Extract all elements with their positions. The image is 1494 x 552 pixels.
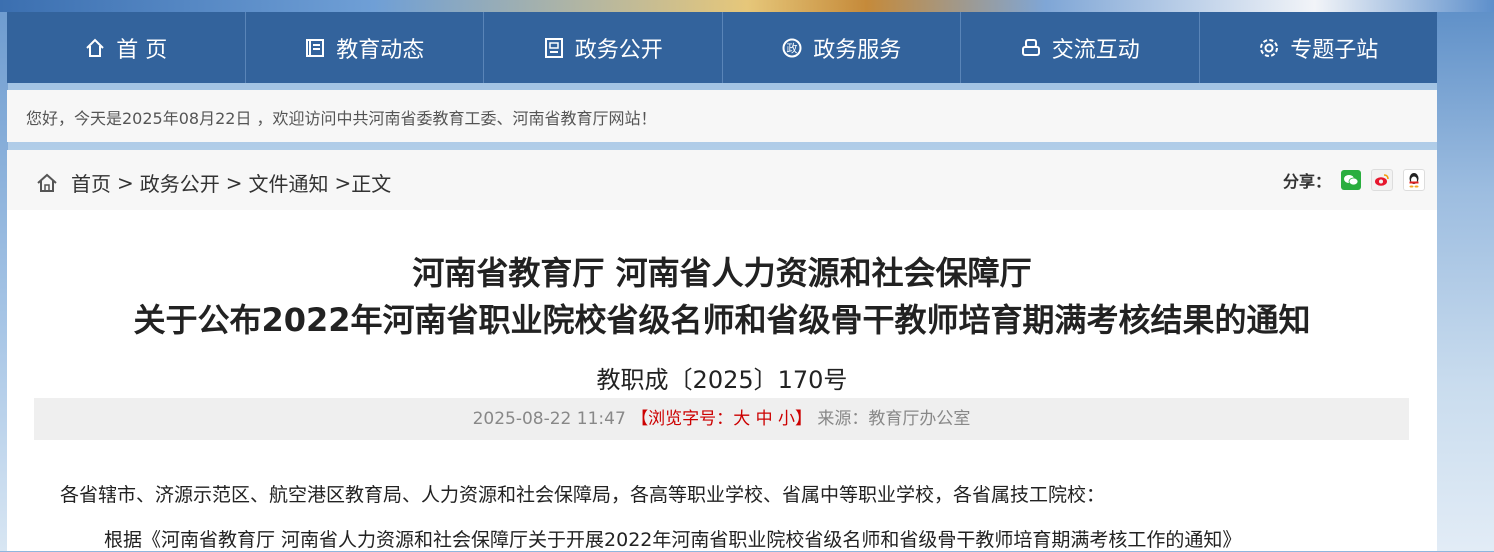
font-size-label: 【浏览字号： <box>631 409 734 429</box>
nav-item-home[interactable]: 首 页 <box>7 12 246 83</box>
settings-icon <box>1258 37 1280 59</box>
article-source: 来源：教育厅办公室 <box>817 409 971 429</box>
article-title-line1: 河南省教育厅 河南省人力资源和社会保障厅 <box>412 254 1032 292</box>
breadcrumb-separator: > <box>225 170 243 195</box>
breadcrumb-separator: > <box>117 170 134 195</box>
nav-item-label: 教育动态 <box>336 37 425 63</box>
nav-item-news[interactable]: 教育动态 <box>246 12 484 83</box>
nav-item-label: 政务公开 <box>574 37 663 63</box>
article-meta: 2025-08-22 11:47 【浏览字号：大 中 小】 来源：教育厅办公室 <box>34 398 1409 440</box>
nav-item-label: 首 页 <box>116 37 168 63</box>
interaction-icon <box>1020 37 1042 59</box>
nav-item-special-sites[interactable]: 专题子站 <box>1200 12 1438 83</box>
breadcrumb-current: 正文 <box>351 172 392 196</box>
breadcrumb-bar: 首页 > 政务公开 > 文件通知 > 正文 分享： <box>7 150 1437 210</box>
breadcrumb-gov-affairs-link[interactable]: 政务公开 <box>140 168 220 197</box>
font-size-medium-button[interactable]: 中 <box>756 409 773 429</box>
service-icon: 政 <box>781 37 803 59</box>
nav-item-gov-affairs[interactable]: 政务公开 <box>484 12 723 83</box>
article-container: 首页 > 政务公开 > 文件通知 > 正文 分享： 河南省教育厅 河南省人力资源… <box>7 150 1437 551</box>
qq-icon[interactable] <box>1403 169 1425 191</box>
article-salutation: 各省辖市、济源示范区、航空港区教育局、人力资源和社会保障局，各高等职业学校、省属… <box>60 484 1106 506</box>
nav-item-label: 政务服务 <box>813 37 902 63</box>
header-banner <box>0 0 1494 12</box>
svg-text:政: 政 <box>787 41 798 55</box>
breadcrumb-separator: > <box>334 170 352 195</box>
share-bar: 分享： <box>1283 168 1425 192</box>
font-size-close: 】 <box>795 409 812 429</box>
nav-item-interaction[interactable]: 交流互动 <box>961 12 1200 83</box>
breadcrumb-notices-link[interactable]: 文件通知 <box>249 168 329 197</box>
nav-item-label: 专题子站 <box>1290 37 1379 63</box>
main-nav: 首 页 教育动态 政务公开 政 政务服务 交流互动 专题子站 <box>7 12 1437 83</box>
share-label: 分享： <box>1282 172 1331 191</box>
home-icon <box>35 171 59 195</box>
document-number: 教职成〔2025〕170号 <box>596 366 848 394</box>
nav-item-gov-service[interactable]: 政 政务服务 <box>723 12 961 83</box>
document-icon <box>543 37 565 59</box>
welcome-text: 您好，今天是2025年08月22日 ，欢迎访问中共河南省委教育工委、河南省教育厅… <box>26 109 657 128</box>
wechat-icon[interactable] <box>1341 170 1361 190</box>
background-sky-right <box>1437 0 1494 551</box>
welcome-bar: 您好，今天是2025年08月22日 ，欢迎访问中共河南省委教育工委、河南省教育厅… <box>7 90 1437 142</box>
publish-date: 2025-08-22 11:47 <box>472 409 626 429</box>
breadcrumb-home-link[interactable]: 首页 <box>71 168 111 197</box>
article-paragraph: 根据《河南省教育厅 河南省人力资源和社会保障厅关于开展2022年河南省职业院校省… <box>104 529 1242 551</box>
font-size-small-button[interactable]: 小 <box>778 409 795 429</box>
nav-item-label: 交流互动 <box>1051 37 1140 63</box>
weibo-icon[interactable] <box>1371 169 1393 191</box>
breadcrumb: 首页 > 政务公开 > 文件通知 > 正文 <box>35 168 391 197</box>
font-size-large-button[interactable]: 大 <box>733 409 750 429</box>
news-icon <box>304 37 326 59</box>
home-icon <box>84 37 106 59</box>
article-title-line2: 关于公布2022年河南省职业院校省级名师和省级骨干教师培育期满考核结果的通知 <box>133 301 1311 339</box>
